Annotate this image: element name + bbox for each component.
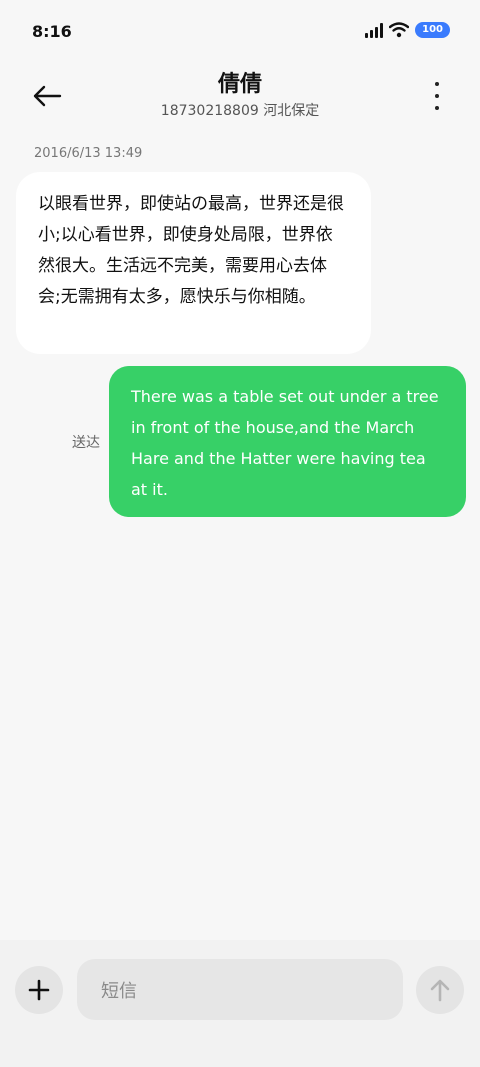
more-options-button[interactable]: [430, 80, 444, 112]
add-attachment-button[interactable]: [15, 966, 63, 1014]
incoming-message-bubble[interactable]: 以眼看世界，即使站の最高，世界还是很小;以心看世界，即使身处局限，世界依然很大。…: [16, 172, 371, 354]
status-time: 8:16: [32, 22, 72, 41]
wifi-icon: [389, 22, 410, 38]
message-input[interactable]: 短信: [77, 959, 403, 1020]
contact-name: 倩倩: [217, 72, 262, 97]
message-composer: 短信: [0, 940, 480, 1067]
outgoing-message-bubble[interactable]: There was a table set out under a tree i…: [109, 366, 466, 517]
send-button[interactable]: [416, 966, 464, 1014]
more-vertical-icon: [435, 82, 439, 86]
arrow-up-icon: [430, 979, 450, 1002]
signal-icon: [365, 22, 384, 38]
status-icons: 100: [365, 22, 450, 38]
conversation-header: 倩倩 18730218809 河北保定: [0, 64, 480, 128]
status-bar: 8:16 100: [0, 0, 480, 64]
message-timestamp: 2016/6/13 13:49: [34, 146, 143, 161]
delivered-status: 送达: [72, 435, 100, 451]
contact-number-location: 18730218809 河北保定: [160, 103, 320, 119]
battery-badge: 100: [415, 22, 450, 38]
plus-icon: [28, 979, 50, 1001]
